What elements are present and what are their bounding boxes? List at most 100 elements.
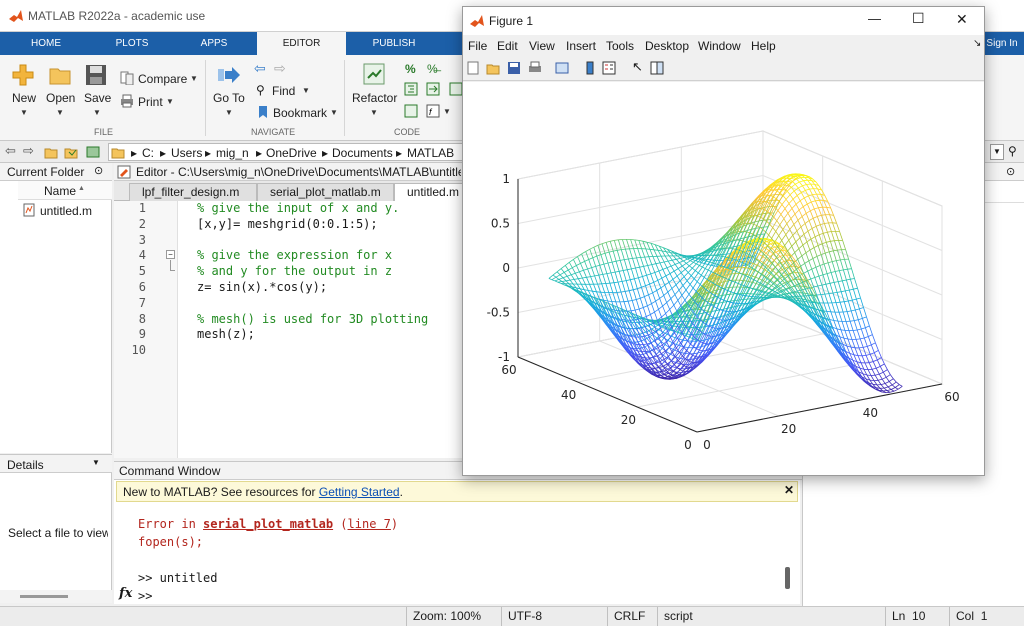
go-to-dropdown-icon[interactable]: ▼ (225, 108, 233, 117)
tab-lpf-filter-design[interactable]: lpf_filter_design.m (129, 183, 257, 201)
save-figure-icon[interactable] (507, 61, 521, 75)
new-button[interactable]: New (12, 91, 36, 105)
browse-folder-icon[interactable] (64, 145, 78, 159)
print-button[interactable]: Print (138, 95, 163, 109)
open-button[interactable]: Open (46, 91, 75, 105)
menu-desktop[interactable]: Desktop (645, 39, 689, 53)
code-line[interactable]: [x,y]= meshgrid(0:0.1:5); (197, 217, 378, 231)
panel-menu-icon[interactable]: ⊙ (94, 164, 103, 177)
save-dropdown-icon[interactable]: ▼ (93, 108, 101, 117)
minimize-button[interactable]: — (868, 11, 881, 26)
bookmark-icon[interactable] (256, 105, 270, 119)
refactor-icon[interactable] (362, 62, 386, 86)
fold-toggle-icon[interactable]: − (166, 250, 175, 259)
refactor-dropdown-icon[interactable]: ▼ (370, 108, 378, 117)
breadcrumb-documents[interactable]: Documents (332, 146, 393, 160)
scrollbar-thumb[interactable] (20, 595, 68, 598)
close-button[interactable]: ✕ (956, 11, 968, 28)
legend-icon[interactable] (602, 61, 616, 75)
folder-up-arrow-icon[interactable] (86, 145, 100, 159)
pointer-icon[interactable]: ↖ (632, 59, 643, 75)
open-folder-icon[interactable] (48, 63, 72, 87)
new-plus-icon[interactable] (11, 63, 35, 87)
find-magnifier-icon[interactable]: ⚲ (256, 83, 265, 97)
code-line[interactable]: z= sin(x).*cos(y); (197, 280, 327, 294)
command-prompt[interactable]: >> (138, 589, 152, 603)
find-dropdown-icon[interactable]: ▼ (302, 86, 310, 95)
code-line[interactable]: mesh(z); (197, 327, 255, 341)
compare-icon[interactable] (120, 71, 134, 85)
up-folder-icon[interactable] (44, 145, 58, 159)
mesh-plot[interactable]: 10.50-0.5-102040600204060 (463, 82, 984, 475)
file-list-item[interactable]: untitled.m (40, 204, 92, 218)
back-icon[interactable]: ⇦ (5, 143, 16, 159)
open-file-icon[interactable] (486, 61, 500, 75)
menu-window[interactable]: Window (698, 39, 741, 53)
bookmark-dropdown-icon[interactable]: ▼ (330, 108, 338, 117)
compare-dropdown-icon[interactable]: ▼ (190, 74, 198, 83)
error-line-link[interactable]: line 7 (348, 517, 391, 531)
wrap-icon[interactable] (404, 104, 418, 118)
dock-arrow-icon[interactable]: ↘ (973, 38, 981, 49)
tab-publish[interactable]: PUBLISH (362, 32, 426, 55)
code-comment[interactable]: % give the expression for x (197, 248, 392, 262)
code-comment[interactable]: % mesh() is used for 3D plotting (197, 312, 428, 326)
tab-untitled[interactable]: untitled.m (394, 183, 468, 201)
link-plot-icon[interactable] (555, 61, 569, 75)
tab-plots[interactable]: PLOTS (100, 32, 164, 55)
forward-icon[interactable]: ⇨ (23, 143, 34, 159)
uncomment-icon[interactable]: %̶ (427, 62, 438, 76)
search-folder-icon[interactable]: ⚲ (1008, 144, 1017, 158)
code-comment[interactable]: % and y for the output in z (197, 264, 392, 278)
sign-in-link[interactable]: Sign In (980, 32, 1024, 55)
new-dropdown-icon[interactable]: ▼ (20, 108, 28, 117)
bookmark-button[interactable]: Bookmark (273, 106, 327, 120)
breadcrumb-users[interactable]: Users (171, 146, 202, 160)
close-banner-icon[interactable]: ✕ (784, 483, 794, 497)
path-dropdown-icon[interactable]: ▼ (990, 144, 1004, 160)
command-scrollbar-thumb[interactable] (785, 567, 790, 589)
tab-editor[interactable]: EDITOR (257, 32, 346, 55)
code-dropdown-icon[interactable]: ▼ (443, 107, 451, 116)
open-dropdown-icon[interactable]: ▼ (56, 108, 64, 117)
menu-help[interactable]: Help (751, 39, 776, 53)
find-button[interactable]: Find (272, 84, 295, 98)
horizontal-scrollbar[interactable] (0, 590, 112, 603)
function-fx-icon[interactable]: f (426, 104, 440, 118)
colorbar-icon[interactable] (583, 61, 597, 75)
breadcrumb-drive[interactable]: C: (142, 146, 154, 160)
smart-indent-icon[interactable] (404, 82, 418, 96)
menu-insert[interactable]: Insert (566, 39, 596, 53)
breadcrumb-user[interactable]: mig_n (216, 146, 249, 160)
print-icon[interactable] (120, 94, 134, 108)
go-to-button[interactable]: Go To (213, 91, 245, 105)
menu-edit[interactable]: Edit (497, 39, 518, 53)
outdent-icon[interactable] (449, 82, 463, 96)
getting-started-link[interactable]: Getting Started (319, 485, 400, 499)
breadcrumb-onedrive[interactable]: OneDrive (266, 146, 317, 160)
tab-apps[interactable]: APPS (182, 32, 246, 55)
compare-button[interactable]: Compare (138, 72, 187, 86)
indent-icon[interactable] (426, 82, 440, 96)
save-disk-icon[interactable] (84, 63, 108, 87)
function-browser-fx-icon[interactable]: fx (119, 586, 132, 601)
back-arrow-icon[interactable]: ⇦ (254, 60, 266, 77)
menu-view[interactable]: View (529, 39, 555, 53)
refactor-button[interactable]: Refactor (352, 91, 397, 105)
menu-file[interactable]: File (468, 39, 487, 53)
forward-arrow-icon[interactable]: ⇨ (274, 60, 286, 77)
print-figure-icon[interactable] (528, 61, 542, 75)
error-function-link[interactable]: serial_plot_matlab (203, 517, 333, 531)
code-comment[interactable]: % give the input of x and y. (197, 201, 399, 215)
maximize-button[interactable]: ☐ (912, 10, 925, 27)
workspace-menu-icon[interactable]: ⊙ (1006, 165, 1015, 178)
property-editor-icon[interactable] (650, 61, 664, 75)
print-dropdown-icon[interactable]: ▼ (166, 97, 174, 106)
details-collapse-icon[interactable]: ▼ (92, 458, 100, 467)
goto-arrow-icon[interactable] (217, 63, 241, 87)
name-column-header[interactable]: Name ▲ (18, 181, 112, 200)
comment-percent-icon[interactable]: % (405, 62, 416, 76)
breadcrumb-matlab[interactable]: MATLAB (407, 146, 454, 160)
save-button[interactable]: Save (84, 91, 111, 105)
tab-home[interactable]: HOME (14, 32, 78, 55)
